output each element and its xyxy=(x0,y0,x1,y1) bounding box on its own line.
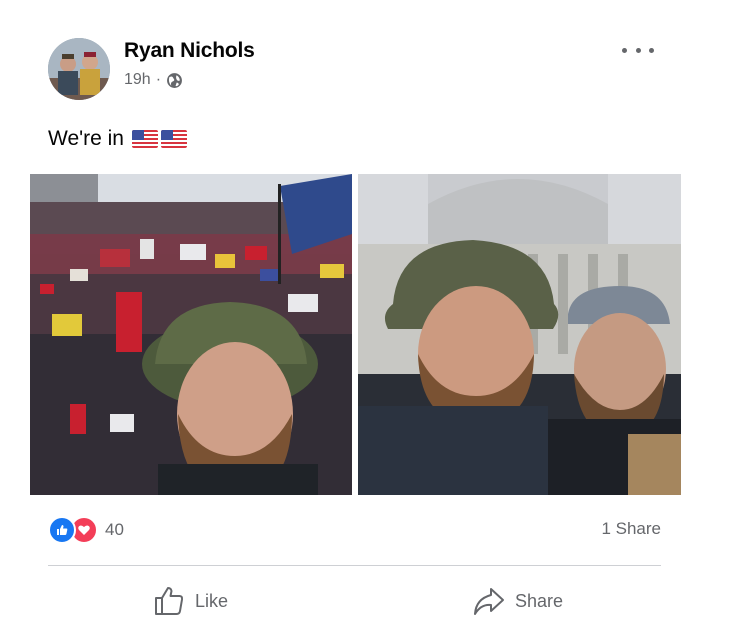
more-dot xyxy=(635,47,641,53)
caption-text: We're in xyxy=(48,127,124,150)
share-button[interactable]: Share xyxy=(472,582,563,620)
author-avatar[interactable] xyxy=(48,38,110,100)
meta-separator: · xyxy=(155,71,162,88)
share-button-label: Share xyxy=(515,590,564,611)
thumbs-up-icon xyxy=(155,587,184,615)
author-name[interactable]: Ryan Nichols xyxy=(124,39,255,63)
like-reaction-icon xyxy=(48,516,76,544)
reaction-count: 40 xyxy=(105,520,124,539)
share-arrow-icon xyxy=(474,588,504,615)
more-dot xyxy=(649,47,654,53)
globe-icon[interactable] xyxy=(166,72,183,89)
like-button[interactable]: Like xyxy=(152,582,228,620)
caption-emojis xyxy=(131,130,187,148)
us-flag-icon xyxy=(131,130,158,148)
share-count[interactable]: 1 Share xyxy=(601,519,661,539)
post-caption: We're in xyxy=(48,127,187,151)
post-photo-crowd-selfie[interactable] xyxy=(30,174,352,495)
reactions-summary[interactable]: 40 xyxy=(48,516,124,544)
post-meta: 19h · xyxy=(124,71,183,89)
post-timestamp[interactable]: 19h xyxy=(124,71,151,89)
like-button-label: Like xyxy=(195,590,229,611)
more-dot xyxy=(622,47,627,53)
post-photo-capitol-selfie[interactable] xyxy=(358,174,681,495)
facebook-post: Ryan Nichols 19h · We're in 40 1 Share L… xyxy=(0,0,738,626)
divider xyxy=(48,565,661,566)
us-flag-icon xyxy=(160,130,187,148)
more-options-icon[interactable] xyxy=(622,40,654,60)
